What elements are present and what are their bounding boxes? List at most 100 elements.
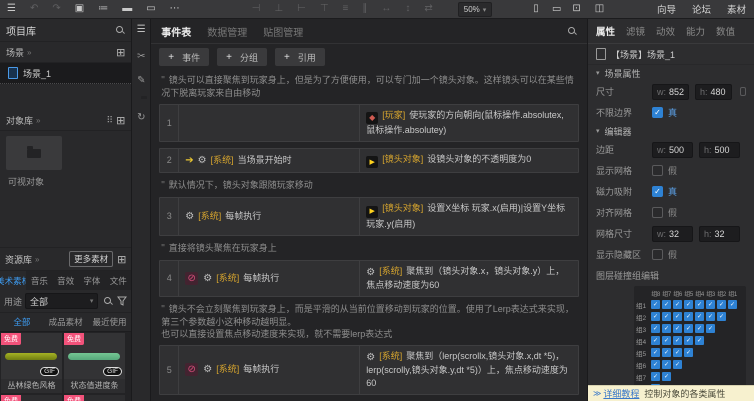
event-sheet-tab[interactable]: 事件表 bbox=[161, 24, 191, 39]
matrix-cell[interactable]: ✓ bbox=[705, 312, 716, 321]
matrix-checkbox[interactable]: ✓ bbox=[662, 336, 671, 345]
align-left-icon[interactable]: ⊣ bbox=[245, 0, 268, 18]
scene-section-header[interactable]: 场景 » ⊞ bbox=[0, 42, 131, 63]
asset-card[interactable]: GIF丛林绿色风格免费 bbox=[0, 332, 63, 394]
matrix-cell[interactable]: ✓ bbox=[683, 312, 694, 321]
align-bottom-icon[interactable]: ∥ bbox=[355, 0, 374, 18]
matrix-cell[interactable]: ✓ bbox=[716, 312, 727, 321]
pill-icon[interactable]: ▬ bbox=[115, 0, 139, 18]
event-row[interactable]: 5⊘⚙[系统]每帧执行⚙[系统]聚焦到（lerp(scrollx,镜头对象.x,… bbox=[159, 345, 579, 395]
align-top-icon[interactable]: ⊤ bbox=[313, 0, 336, 18]
more-assets-button[interactable]: 更多素材 bbox=[69, 251, 113, 267]
event-condition-cell[interactable]: ➔⚙[系统]当场景开始时 bbox=[179, 149, 360, 173]
menu-icon[interactable]: ☰ bbox=[0, 0, 23, 18]
matrix-checkbox[interactable]: ✓ bbox=[706, 312, 715, 321]
add-button-引用[interactable]: +引用 bbox=[275, 48, 325, 66]
filter-dropdown[interactable]: 全部 ▾ bbox=[25, 293, 98, 309]
matrix-checkbox[interactable]: ✓ bbox=[673, 312, 682, 321]
resource-sub-tab[interactable]: 全部 bbox=[0, 316, 44, 328]
bool-checkbox[interactable] bbox=[652, 207, 663, 218]
matrix-checkbox[interactable]: ✓ bbox=[695, 300, 704, 309]
matrix-checkbox[interactable]: ✓ bbox=[651, 300, 660, 309]
matrix-cell[interactable]: ✓ bbox=[683, 336, 694, 345]
event-row[interactable]: 3⚙[系统]每帧执行▶[镜头对象]设置X坐标 玩家.x(启用)|设置Y坐标 玩家… bbox=[159, 197, 579, 236]
phone-landscape-icon[interactable]: ▯ bbox=[547, 0, 565, 19]
object-library-header[interactable]: 对象库 » ⠿ ⊞ bbox=[0, 110, 131, 131]
matrix-checkbox[interactable]: ✓ bbox=[684, 336, 693, 345]
height-input[interactable]: h:500 bbox=[699, 142, 740, 158]
matrix-cell[interactable]: ✓ bbox=[683, 300, 694, 309]
matrix-checkbox[interactable]: ✓ bbox=[684, 300, 693, 309]
resource-tab[interactable]: 美术素材 bbox=[0, 271, 26, 290]
matrix-cell[interactable]: ✓ bbox=[661, 324, 672, 333]
event-action-cell[interactable]: ⚙[系统]聚焦到（lerp(scrollx,镜头对象.x,dt *5)，lerp… bbox=[360, 346, 578, 394]
matrix-checkbox[interactable]: ✓ bbox=[684, 348, 693, 357]
resource-tab[interactable]: 字体 bbox=[79, 271, 105, 290]
height-input[interactable]: h:32 bbox=[699, 226, 740, 242]
event-comment[interactable]: "镜头不会立刻聚焦到玩家身上，而是平滑的从当前位置移动到玩家的位置。使用了Ler… bbox=[161, 303, 577, 340]
zoom-dropdown[interactable]: 50%▾ bbox=[458, 2, 493, 17]
width-input[interactable]: w:852 bbox=[652, 84, 689, 100]
event-row[interactable]: 1◆[玩家]使玩家的方向朝向(鼠标操作.absolutex,鼠标操作.absol… bbox=[159, 104, 579, 142]
frame-icon[interactable]: ▭ bbox=[139, 0, 162, 18]
align-middle-icon[interactable]: ≡ bbox=[336, 0, 356, 18]
event-row[interactable]: 2➔⚙[系统]当场景开始时▶[镜头对象]设镜头对象的不透明度为0 bbox=[159, 148, 579, 174]
resource-sub-tab[interactable]: 成品素材 bbox=[44, 316, 88, 328]
matrix-checkbox[interactable]: ✓ bbox=[717, 312, 726, 321]
matrix-checkbox[interactable]: ✓ bbox=[662, 324, 671, 333]
event-sheet-tab[interactable]: 数据管理 bbox=[207, 24, 247, 39]
matrix-checkbox[interactable]: ✓ bbox=[662, 360, 671, 369]
matrix-cell[interactable]: ✓ bbox=[694, 336, 705, 345]
matrix-cell[interactable]: ✓ bbox=[672, 324, 683, 333]
matrix-checkbox[interactable]: ✓ bbox=[662, 300, 671, 309]
width-input[interactable]: w:500 bbox=[652, 142, 693, 158]
matrix-cell[interactable]: ✓ bbox=[650, 348, 661, 357]
bool-checkbox[interactable] bbox=[652, 249, 663, 260]
swap-icon[interactable]: ⇄ bbox=[417, 0, 439, 18]
redo-icon[interactable]: ↷ bbox=[45, 0, 67, 18]
inspector-tab[interactable]: 数值 bbox=[716, 24, 735, 38]
inspector-tab[interactable]: 属性 bbox=[596, 24, 615, 38]
resource-search-icon[interactable] bbox=[103, 296, 113, 306]
matrix-checkbox[interactable]: ✓ bbox=[728, 300, 737, 309]
matrix-checkbox[interactable]: ✓ bbox=[651, 336, 660, 345]
matrix-cell[interactable]: ✓ bbox=[650, 336, 661, 345]
distribute-v-icon[interactable]: ↕ bbox=[398, 0, 417, 18]
matrix-cell[interactable]: ✓ bbox=[650, 360, 661, 369]
matrix-cell[interactable]: ✓ bbox=[650, 372, 661, 381]
event-sheet-tab[interactable]: 贴图管理 bbox=[263, 24, 303, 39]
matrix-checkbox[interactable]: ✓ bbox=[717, 300, 726, 309]
bool-checkbox[interactable]: ✓ bbox=[652, 107, 663, 118]
matrix-cell[interactable]: ✓ bbox=[661, 300, 672, 309]
event-condition-cell[interactable]: ⊘⚙[系统]每帧执行 bbox=[179, 261, 360, 296]
event-comment[interactable]: "镜头可以直接聚焦到玩家身上，但是为了方便使用，可以专门加一个镜头对象。这样镜头… bbox=[161, 74, 577, 99]
bool-checkbox[interactable]: ✓ bbox=[652, 186, 663, 197]
link-checkbox[interactable] bbox=[740, 87, 746, 96]
matrix-checkbox[interactable]: ✓ bbox=[662, 372, 671, 381]
matrix-checkbox[interactable]: ✓ bbox=[695, 324, 704, 333]
matrix-checkbox[interactable]: ✓ bbox=[695, 312, 704, 321]
matrix-cell[interactable]: ✓ bbox=[672, 360, 683, 369]
matrix-cell[interactable]: ✓ bbox=[672, 336, 683, 345]
matrix-checkbox[interactable]: ✓ bbox=[684, 324, 693, 333]
toolbar-link-1[interactable]: 论坛 bbox=[684, 2, 719, 16]
inspector-tab[interactable]: 能力 bbox=[686, 24, 705, 38]
add-object-button[interactable]: ⊞ bbox=[116, 114, 125, 127]
event-condition-cell[interactable] bbox=[179, 105, 360, 141]
image-icon[interactable]: ▣ bbox=[68, 0, 91, 18]
matrix-cell[interactable]: ✓ bbox=[705, 300, 716, 309]
matrix-cell[interactable]: ✓ bbox=[716, 300, 727, 309]
refresh-icon[interactable]: ↻ bbox=[137, 112, 145, 123]
matrix-cell[interactable]: ✓ bbox=[661, 336, 672, 345]
matrix-cell[interactable]: ✓ bbox=[661, 372, 672, 381]
matrix-cell[interactable]: ✓ bbox=[650, 324, 661, 333]
width-input[interactable]: w:32 bbox=[652, 226, 693, 242]
matrix-checkbox[interactable]: ✓ bbox=[651, 372, 660, 381]
undo-icon[interactable]: ↶ bbox=[23, 0, 45, 18]
matrix-checkbox[interactable]: ✓ bbox=[673, 348, 682, 357]
matrix-cell[interactable]: ✓ bbox=[705, 324, 716, 333]
height-input[interactable]: h:480 bbox=[695, 84, 732, 100]
section-header[interactable]: ▾编辑器 bbox=[588, 123, 754, 139]
align-right-icon[interactable]: ⊢ bbox=[290, 0, 313, 18]
matrix-cell[interactable]: ✓ bbox=[661, 348, 672, 357]
